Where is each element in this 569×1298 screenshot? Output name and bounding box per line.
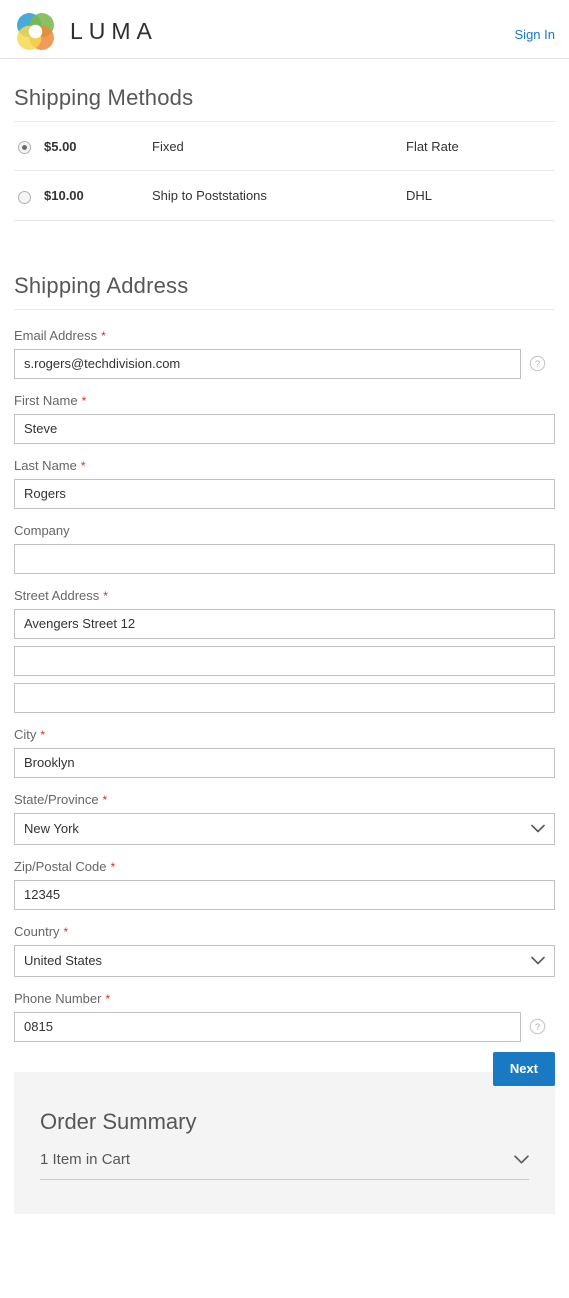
street-address-line-2[interactable] xyxy=(14,645,555,676)
field-street-address: Street Address * xyxy=(14,588,555,713)
shipping-methods-section: Shipping Methods $5.00 Fixed Flat Rate $… xyxy=(0,59,569,1042)
first-name-label-text: First Name xyxy=(14,392,78,408)
order-summary-title: Order Summary xyxy=(40,1108,197,1134)
zip-field[interactable] xyxy=(14,879,555,910)
shipping-method-radio-flat-rate[interactable] xyxy=(18,141,31,155)
question-circle-icon[interactable]: ? xyxy=(529,355,546,372)
shipping-method-price: $10.00 xyxy=(44,170,152,221)
svg-text:?: ? xyxy=(535,359,540,369)
shipping-method-radio-dhl[interactable] xyxy=(18,190,31,204)
required-marker: * xyxy=(101,328,106,343)
field-phone: Phone Number* ? xyxy=(14,991,555,1042)
city-label: City * xyxy=(14,727,555,742)
required-marker: * xyxy=(103,588,108,603)
required-marker: * xyxy=(81,393,87,408)
first-name-label: First Name * xyxy=(14,393,555,408)
shipping-methods-title: Shipping Methods xyxy=(14,85,194,110)
state-select-wrap[interactable] xyxy=(14,812,555,845)
field-zip: Zip/Postal Code * xyxy=(14,859,555,910)
field-state: State/Province * xyxy=(14,792,555,845)
shipping-method-carrier: DHL xyxy=(406,170,555,221)
site-logo[interactable]: LUMA xyxy=(13,9,158,54)
email-label: Email Address * xyxy=(14,328,555,343)
table-row[interactable]: $10.00 Ship to Poststations DHL xyxy=(14,170,555,221)
state-label-text: State/Province xyxy=(14,791,99,807)
country-select[interactable] xyxy=(14,944,555,977)
field-country: Country * xyxy=(14,924,555,977)
phone-control-row: ? xyxy=(14,1011,555,1042)
state-select[interactable] xyxy=(14,812,555,845)
street-address-line-3[interactable] xyxy=(14,682,555,713)
city-label-text: City xyxy=(14,726,37,742)
cart-items-toggle[interactable]: 1 Item in Cart xyxy=(40,1151,529,1181)
email-field[interactable] xyxy=(14,348,521,379)
street-address-line-1[interactable] xyxy=(14,608,555,639)
cart-items-label: 1 Item in Cart xyxy=(40,1151,131,1169)
last-name-label: Last Name * xyxy=(14,458,555,473)
order-summary-panel: Next Order Summary 1 Item in Cart xyxy=(14,1051,555,1215)
svg-text:?: ? xyxy=(535,1022,540,1032)
city-field[interactable] xyxy=(14,747,555,778)
company-field[interactable] xyxy=(14,543,555,574)
state-label: State/Province * xyxy=(14,792,555,807)
country-label-text: Country xyxy=(14,923,60,939)
next-button[interactable]: Next xyxy=(492,1051,555,1087)
brand-wordmark: LUMA xyxy=(70,18,158,44)
last-name-label-text: Last Name xyxy=(14,457,77,473)
required-marker: * xyxy=(40,727,46,742)
zip-label: Zip/Postal Code * xyxy=(14,859,555,874)
phone-label: Phone Number * xyxy=(14,991,555,1006)
sign-in-link[interactable]: Sign In xyxy=(515,27,555,42)
email-label-text: Email Address xyxy=(14,327,98,343)
shipping-address-rule xyxy=(14,308,555,310)
field-email: Email Address* ? xyxy=(14,328,555,379)
luma-flower-logo-icon xyxy=(17,13,54,50)
shipping-method-radio-cell[interactable] xyxy=(14,170,44,221)
email-control-row: ? xyxy=(14,348,555,379)
shipping-method-name: Ship to Poststations xyxy=(152,170,406,221)
field-city: City * xyxy=(14,727,555,778)
shipping-method-name: Fixed xyxy=(152,122,406,172)
street-address-label: Street Address * xyxy=(14,588,555,603)
country-label: Country * xyxy=(14,924,555,939)
shipping-method-carrier: Flat Rate xyxy=(406,122,555,172)
zip-label-text: Zip/Postal Code xyxy=(14,858,107,874)
shipping-address-title: Shipping Address xyxy=(14,272,189,298)
required-marker: * xyxy=(63,924,69,939)
last-name-field[interactable] xyxy=(14,478,555,509)
page-header: LUMA Sign In xyxy=(0,0,569,59)
chevron-down-icon xyxy=(514,1155,529,1164)
field-company: Company xyxy=(14,523,555,574)
required-marker: * xyxy=(80,458,86,473)
shipping-methods-table: $5.00 Fixed Flat Rate $10.00 Ship to Pos… xyxy=(14,122,555,221)
required-marker: * xyxy=(102,792,108,807)
field-last-name: Last Name * xyxy=(14,458,555,509)
company-label: Company xyxy=(14,522,70,538)
first-name-field[interactable] xyxy=(14,413,555,444)
required-marker: * xyxy=(110,859,116,874)
table-row[interactable]: $5.00 Fixed Flat Rate xyxy=(14,122,555,172)
shipping-method-price: $5.00 xyxy=(44,122,152,172)
field-first-name: First Name * xyxy=(14,393,555,444)
street-address-label-text: Street Address xyxy=(14,587,100,603)
required-marker: * xyxy=(105,991,111,1006)
phone-field[interactable] xyxy=(14,1011,521,1042)
question-circle-icon[interactable]: ? xyxy=(529,1018,546,1035)
shipping-method-radio-cell[interactable] xyxy=(14,122,44,172)
country-select-wrap[interactable] xyxy=(14,944,555,977)
phone-label-text: Phone Number xyxy=(14,990,102,1006)
